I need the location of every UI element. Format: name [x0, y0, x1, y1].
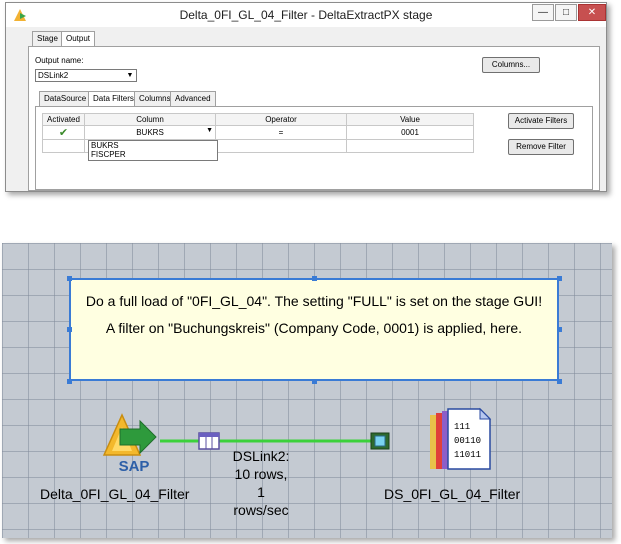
output-name-select[interactable]: DSLink2 ▼ [35, 69, 137, 82]
sap-badge: SAP [119, 458, 150, 473]
maximize-button[interactable]: □ [555, 4, 577, 21]
dataset-connector-icon[interactable] [370, 432, 390, 450]
header-activated: Activated [42, 113, 85, 126]
window-title: Delta_0FI_GL_04_Filter - DeltaExtractPX … [179, 8, 433, 22]
file-digits-3: 11011 [454, 450, 481, 460]
link-columns-icon[interactable] [198, 432, 220, 450]
dialog-client: Stage Output Output name: DSLink2 ▼ Colu… [28, 31, 600, 191]
value-cell[interactable]: 0001 [346, 125, 474, 140]
empty-cell [215, 139, 347, 153]
dropdown-option[interactable]: FISCPER [91, 150, 217, 159]
file-digits-1: 111 [454, 422, 470, 432]
output-name-value: DSLink2 [38, 71, 69, 80]
header-column: Column [84, 113, 216, 126]
source-stage-label: Delta_0FI_GL_04_Filter [40, 486, 190, 502]
link-rows: 10 rows, [234, 466, 288, 482]
title-bar[interactable]: Delta_0FI_GL_04_Filter - DeltaExtractPX … [6, 3, 606, 27]
column-value: BUKRS [136, 128, 164, 137]
chevron-down-icon: ▼ [126, 72, 134, 79]
activate-filters-button[interactable]: Activate Filters [508, 113, 574, 129]
column-dropdown-list[interactable]: BUKRS FISCPER [88, 140, 218, 161]
table-row[interactable]: ✔ BUKRS ▼ = 0001 [42, 125, 474, 140]
tab-datasource[interactable]: DataSource [39, 91, 92, 107]
checkmark-icon: ✔ [58, 127, 69, 139]
dataset-stage-icon[interactable]: 111 00110 11011 [426, 407, 492, 473]
activated-cell[interactable]: ✔ [42, 125, 85, 140]
link-name: DSLink2: [232, 448, 290, 464]
operator-cell[interactable]: = [215, 125, 347, 140]
chevron-down-icon[interactable]: ▼ [206, 127, 213, 134]
header-value: Value [346, 113, 474, 126]
link-rate-value: 1 [257, 484, 265, 500]
remove-filter-button[interactable]: Remove Filter [508, 139, 574, 155]
output-panel: Output name: DSLink2 ▼ Columns... DataSo… [28, 46, 600, 191]
header-operator: Operator [215, 113, 347, 126]
empty-cell [346, 139, 474, 153]
output-name-label: Output name: [35, 56, 84, 65]
tab-stage[interactable]: Stage [32, 31, 63, 47]
column-cell[interactable]: BUKRS ▼ [84, 125, 216, 140]
sap-stage-icon[interactable]: SAP [94, 409, 160, 473]
empty-cell [42, 139, 85, 153]
close-button[interactable]: ✕ [578, 4, 606, 21]
job-canvas[interactable]: Do a full load of "0FI_GL_04". The setti… [2, 243, 612, 538]
link-label: DSLink2: 10 rows, 1 rows/sec [226, 447, 296, 519]
grid-header-row: Activated Column Operator Value [42, 113, 474, 126]
tab-data-filters[interactable]: Data Filters [88, 91, 139, 107]
tab-advanced[interactable]: Advanced [170, 91, 216, 107]
file-digits-2: 00110 [454, 436, 481, 446]
target-stage-label: DS_0FI_GL_04_Filter [384, 486, 521, 502]
tab-output[interactable]: Output [61, 31, 96, 47]
link-rate-unit: rows/sec [233, 502, 289, 518]
minimize-button[interactable]: — [532, 4, 554, 21]
columns-button[interactable]: Columns... [482, 57, 540, 73]
stage-dialog: Delta_0FI_GL_04_Filter - DeltaExtractPX … [5, 2, 607, 192]
dropdown-option[interactable]: BUKRS [91, 141, 217, 150]
